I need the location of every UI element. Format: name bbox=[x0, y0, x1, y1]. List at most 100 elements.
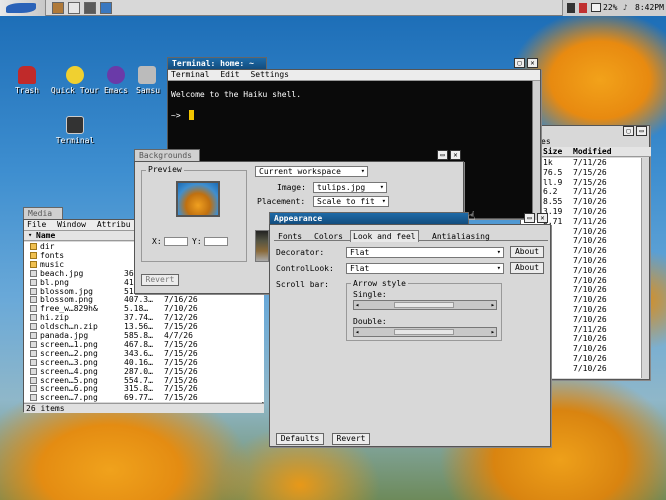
file-size: 5.18… bbox=[124, 304, 149, 314]
zoom-button[interactable]: ▢ bbox=[514, 58, 525, 68]
modified-date: 7/15/26 bbox=[164, 348, 198, 358]
minimize-button[interactable]: ▭ bbox=[437, 150, 448, 160]
file-name: dir bbox=[40, 242, 55, 251]
vertical-scrollbar[interactable] bbox=[641, 158, 649, 378]
scrollbar-label: Scroll bar: bbox=[276, 280, 329, 289]
modified-date: 7/10/26 bbox=[573, 305, 607, 314]
menu-settings[interactable]: Settings bbox=[250, 70, 289, 79]
image-dropdown[interactable]: tulips.jpg bbox=[313, 182, 387, 193]
table-row[interactable]: screen…2.png 343.6… 7/15/26 bbox=[24, 349, 264, 358]
volume-icon[interactable]: ♪ bbox=[623, 3, 631, 13]
modified-date: 7/15/26 bbox=[164, 339, 198, 349]
arrow-style-label: Arrow style bbox=[351, 279, 408, 288]
menu-window[interactable]: Window bbox=[57, 220, 86, 229]
arrow-style-box: Arrow style Single: ◂ ▸ Double: ◂ ▸ bbox=[346, 279, 502, 341]
decorator-dropdown[interactable]: Flat bbox=[346, 247, 504, 258]
name-column-header[interactable]: Name bbox=[36, 231, 55, 240]
file-icon bbox=[30, 367, 37, 375]
modified-date: 7/10/26 bbox=[573, 363, 607, 373]
table-row[interactable]: screen…5.png 554.7… 7/15/26 bbox=[24, 376, 264, 385]
backgrounds-title: Backgrounds bbox=[139, 151, 192, 160]
desktop-icon-drive[interactable]: Samsu bbox=[136, 66, 168, 95]
media-window-tab[interactable]: Media bbox=[23, 207, 63, 219]
trash-icon bbox=[18, 66, 36, 84]
file-name: screen…3.png bbox=[40, 357, 98, 367]
appearance-tabs: Fonts Colors Look and feel Antialiasing bbox=[274, 230, 548, 242]
table-row[interactable]: screen…3.png 40.16… 7/15/26 bbox=[24, 358, 264, 367]
battery-icon[interactable] bbox=[591, 3, 601, 12]
file-icon bbox=[30, 296, 37, 304]
table-row[interactable]: screen…7.png 69.77… 7/15/26 bbox=[24, 393, 264, 402]
table-row[interactable]: screen…6.png 315.8… 7/15/26 bbox=[24, 384, 264, 393]
controllook-dropdown[interactable]: Flat bbox=[346, 263, 504, 274]
terminal-welcome: Welcome to the Haiku shell. bbox=[171, 90, 302, 99]
controllook-about-button[interactable]: About bbox=[510, 262, 544, 274]
menu-edit[interactable]: Edit bbox=[220, 70, 239, 79]
tab-fonts[interactable]: Fonts bbox=[278, 232, 302, 241]
minimize-button[interactable]: ▭ bbox=[524, 213, 535, 223]
modified-date: 7/15/26 bbox=[164, 357, 198, 367]
size-column-header[interactable]: Size bbox=[543, 147, 562, 156]
close-button[interactable]: ✕ bbox=[537, 213, 548, 223]
table-row[interactable]: panada.jpg 585.8… 4/7/26 bbox=[24, 331, 264, 340]
defaults-button[interactable]: Defaults bbox=[276, 433, 324, 445]
scroll-thumb bbox=[394, 302, 454, 308]
network-icon[interactable] bbox=[567, 3, 575, 13]
terminal-prompt[interactable]: ~> bbox=[171, 110, 195, 120]
terminal-icon bbox=[66, 116, 84, 134]
tab-antialiasing[interactable]: Antialiasing bbox=[432, 232, 490, 241]
table-row[interactable]: screen…1.png 467.8… 7/15/26 bbox=[24, 340, 264, 349]
controllook-label: ControlLook: bbox=[276, 264, 334, 273]
terminal-window-tab[interactable]: Terminal: home: ~ bbox=[167, 57, 267, 69]
leaf-menu-button[interactable] bbox=[0, 0, 46, 16]
tab-colors[interactable]: Colors bbox=[314, 232, 343, 241]
desktop-icon-emacs[interactable]: Emacs bbox=[100, 66, 132, 95]
revert-button[interactable]: Revert bbox=[332, 433, 370, 445]
modified-column-header[interactable]: Modified bbox=[573, 147, 612, 156]
table-row[interactable]: free_w…829h& 5.18… 7/10/26 bbox=[24, 304, 264, 313]
appearance-window-tab[interactable]: Appearance bbox=[269, 212, 469, 224]
media-dock-icon[interactable] bbox=[68, 2, 80, 14]
decorator-about-button[interactable]: About bbox=[510, 246, 544, 258]
terminal-scrollbar[interactable] bbox=[532, 81, 540, 220]
file-size: 41 bbox=[124, 277, 134, 287]
menu-terminal[interactable]: Terminal bbox=[171, 70, 210, 79]
modified-date: 7/11/26 bbox=[573, 324, 607, 334]
close-button[interactable]: ✕ bbox=[450, 150, 461, 160]
minimize-button[interactable]: ▭ bbox=[636, 126, 647, 136]
revert-button[interactable]: Revert bbox=[141, 274, 179, 286]
appearance-dock-icon[interactable] bbox=[100, 2, 112, 14]
close-button[interactable]: ✕ bbox=[527, 58, 538, 68]
menu-file[interactable]: File bbox=[27, 220, 46, 229]
zoom-button[interactable]: ▢ bbox=[623, 126, 634, 136]
file-name: fonts bbox=[40, 250, 65, 260]
tab-look-and-feel[interactable]: Look and feel bbox=[350, 230, 419, 242]
drive-icon bbox=[138, 66, 156, 84]
folder-icon bbox=[30, 260, 37, 268]
desktop-icon-trash[interactable]: Trash bbox=[2, 66, 52, 95]
haiku-leaf-icon bbox=[6, 3, 36, 13]
file-size: 37.74… bbox=[124, 313, 153, 323]
file-size: 8.55 bbox=[543, 197, 563, 207]
table-row[interactable]: screen…4.png 287.0… 7/15/26 bbox=[24, 367, 264, 376]
arrow-left-icon: ◂ bbox=[355, 328, 360, 336]
y-input[interactable] bbox=[204, 237, 228, 246]
desktop-icon-terminal[interactable]: Terminal bbox=[50, 116, 100, 145]
cpu-monitor-icon[interactable] bbox=[579, 3, 587, 13]
desktop-icon-quick-tour[interactable]: Quick Tour bbox=[50, 66, 100, 95]
settings-dock-icon[interactable] bbox=[84, 2, 96, 14]
tracker-dock-icon[interactable] bbox=[52, 2, 64, 14]
table-row[interactable]: oldsch…n.zip 13.56… 7/15/26 bbox=[24, 322, 264, 331]
double-arrow-scrollbar[interactable]: ◂ ▸ bbox=[353, 327, 497, 337]
clock[interactable]: 8:42PM bbox=[635, 3, 664, 12]
color-swatch[interactable] bbox=[255, 230, 269, 262]
table-row[interactable]: hi.zip 37.74… 7/12/26 bbox=[24, 313, 264, 322]
backgrounds-window-tab[interactable]: Backgrounds bbox=[134, 149, 200, 161]
appearance-window[interactable]: ▭ ✕ ☝ Fonts Colors Look and feel Antialia… bbox=[269, 209, 551, 447]
menu-attributes[interactable]: Attribu bbox=[97, 220, 131, 229]
single-arrow-scrollbar[interactable]: ◂ ▸ bbox=[353, 300, 497, 310]
table-row[interactable]: blossom.png 407.3… 7/16/26 bbox=[24, 295, 264, 304]
placement-dropdown[interactable]: Scale to fit bbox=[313, 196, 389, 207]
workspace-dropdown[interactable]: Current workspace bbox=[255, 166, 368, 177]
x-input[interactable] bbox=[164, 237, 188, 246]
